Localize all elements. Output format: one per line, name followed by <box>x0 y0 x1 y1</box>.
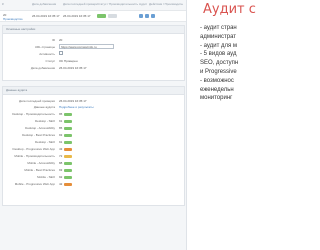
metric-value: 72 <box>59 154 73 158</box>
score-badge <box>64 168 73 172</box>
field-label-active: Активность <box>39 52 55 56</box>
row-date-added: 26.04.2019 16:35:17 <box>32 14 60 18</box>
bullet-line: - аудит для м <box>200 42 238 49</box>
date-added-value: 26.04.2019 16:35:17 <box>59 66 87 70</box>
score-badge <box>64 126 73 130</box>
bullet-line: - аудит стран <box>200 25 237 31</box>
last-check-value: 26.04.2019 16:35:17 <box>59 99 87 103</box>
metric-value: 91 <box>59 140 73 144</box>
score-badge <box>64 147 73 151</box>
main-settings-section: Основные настройки ID 20 URL страницы ht… <box>2 25 185 81</box>
col-header-date-added: Дата добавления <box>32 2 57 6</box>
metric-label: Desktop - Best Practices <box>22 133 55 137</box>
col-header-audit: Аудит <box>139 2 148 6</box>
slide-bullet-list: - аудит стран администрат - аудит для м … <box>200 24 250 103</box>
section-title: Основные настройки <box>3 26 184 34</box>
score-badge <box>64 175 73 179</box>
metric-value: 93 <box>59 133 73 137</box>
metric-label: Desktop - SEO <box>34 140 55 144</box>
metric-value: 85 <box>59 126 73 130</box>
metric-label: Desktop - Производительность <box>12 112 55 116</box>
score-badge <box>64 133 73 137</box>
audit-data-section: Данные аудита Дата последней проверки 26… <box>2 86 185 206</box>
field-value-id: 20 <box>59 38 63 42</box>
status-badge <box>97 14 106 18</box>
metric-label: Desktop - SEO <box>34 119 55 123</box>
metric-value: 91 <box>59 119 73 123</box>
performance-badge <box>108 14 117 18</box>
audit-details-link[interactable]: Подробнее и результаты <box>59 105 94 109</box>
score-badge <box>64 112 73 116</box>
bullet-line: - возможнос <box>200 77 234 84</box>
bullet-line: мониторинг <box>200 95 233 102</box>
metric-value: 43 <box>59 147 73 151</box>
bullet-line: администрат <box>200 33 237 40</box>
metric-value: 95 <box>59 112 73 116</box>
field-label-status: Статус <box>45 59 55 63</box>
metric-value: 42 <box>59 182 73 186</box>
score-badge <box>64 182 73 186</box>
delete-icon[interactable] <box>151 14 155 18</box>
metric-label: Desktop - Progressive Web App <box>12 147 55 151</box>
active-checkbox[interactable] <box>59 51 63 55</box>
row-date-checked: 26.04.2019 16:35:17 <box>63 14 91 18</box>
field-label-audit-data: Данные аудита <box>33 105 55 109</box>
list-header: # Дата добавления Дата последней проверк… <box>0 0 186 8</box>
edit-icon[interactable] <box>139 14 143 18</box>
field-label-id: ID <box>52 38 55 42</box>
metric-value: 92 <box>59 175 73 179</box>
score-badge <box>64 140 73 144</box>
slide-title: Аудит с <box>203 2 256 17</box>
copy-icon[interactable] <box>145 14 149 18</box>
score-badge <box>64 154 73 158</box>
bullet-line: - 5 видов ауд <box>200 51 237 58</box>
metric-label: Desktop - Accessibility <box>25 126 55 130</box>
section-title: Данные аудита <box>3 87 184 95</box>
table-row[interactable]: 20 Производство 26.04.2019 16:35:17 26.0… <box>0 10 186 22</box>
metric-label: Mobile - SEO <box>37 175 55 179</box>
bullet-line: и Progressive <box>200 68 237 75</box>
presentation-slide: Аудит с - аудит стран администрат - ауди… <box>188 0 256 250</box>
bullet-line: SEO, доступн <box>200 60 239 67</box>
col-header-date-checked: Дата последней проверки <box>63 2 97 6</box>
metric-label: Mobile - Производительность <box>14 154 55 158</box>
row-name-link[interactable]: Производство <box>3 17 23 21</box>
score-badge <box>64 161 73 165</box>
metric-value: 88 <box>59 161 73 165</box>
bullet-line: еженедельн <box>200 86 234 93</box>
field-label-date-added: Дата добавления <box>30 66 55 70</box>
metric-label: Mobile - Best Practices <box>24 168 55 172</box>
field-label-url: URL страницы <box>34 45 55 49</box>
metric-label: Mobile - Accessibility <box>27 161 55 165</box>
metric-value: 93 <box>59 168 73 172</box>
metric-label: Mobile - Progressive Web App <box>14 182 55 186</box>
url-input[interactable]: https://www.cornwal.info.ru <box>59 44 114 49</box>
score-badge <box>64 119 73 123</box>
col-header-id: # <box>2 2 4 6</box>
admin-panel: # Дата добавления Дата последней проверк… <box>0 0 187 250</box>
field-label-last-check: Дата последней проверки <box>18 99 55 103</box>
status-value: ОК Проверен <box>59 59 78 63</box>
col-header-status: Статус / Производительность <box>97 2 139 6</box>
col-header-actions: Действия / Производительность <box>149 2 183 6</box>
